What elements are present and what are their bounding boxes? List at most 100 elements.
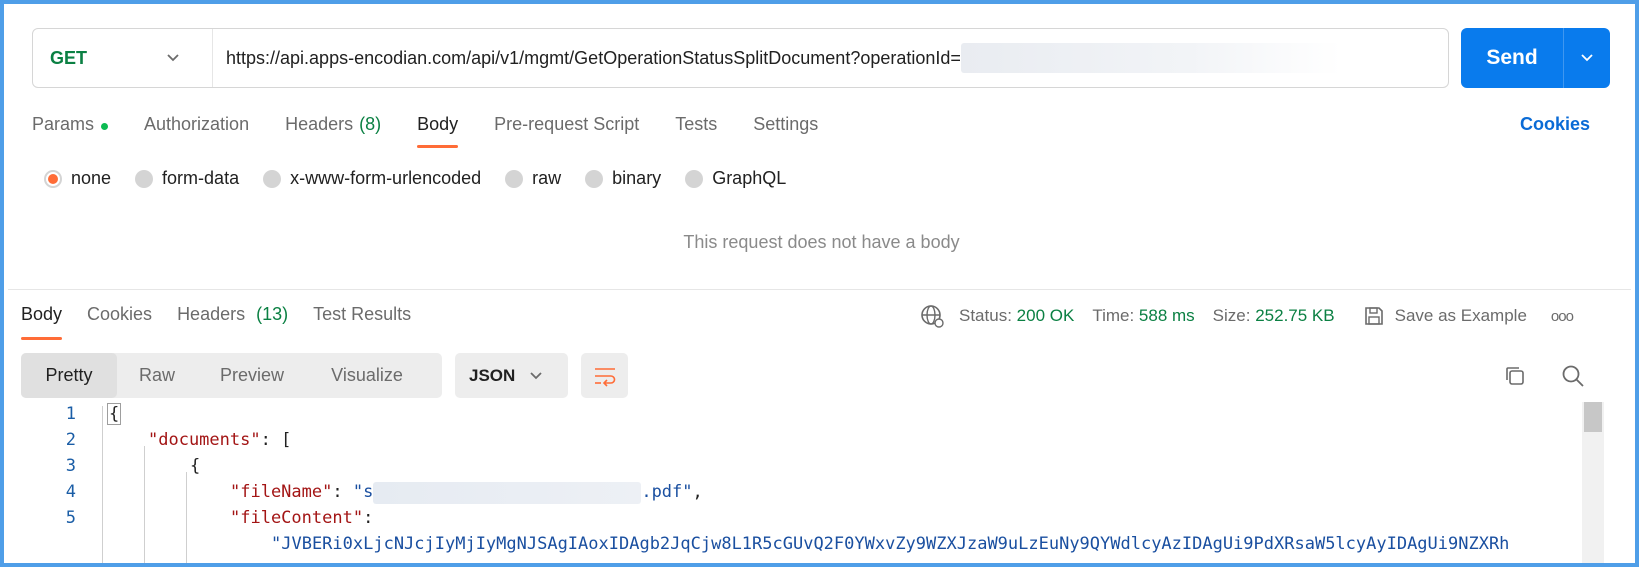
tab-headers[interactable]: Headers (8) bbox=[285, 104, 381, 148]
headers-count: (8) bbox=[359, 114, 382, 134]
tab-label: Pre-request Script bbox=[494, 114, 640, 134]
tab-settings[interactable]: Settings bbox=[753, 104, 818, 148]
method-label: GET bbox=[50, 47, 88, 68]
url-input[interactable]: https://api.apps-encodian.com/api/v1/mgm… bbox=[213, 43, 1341, 73]
tab-label: Tests bbox=[675, 114, 718, 134]
globe-network-icon[interactable] bbox=[919, 303, 945, 329]
method-select[interactable]: GET bbox=[33, 29, 213, 87]
json-punct: : [ bbox=[260, 430, 292, 450]
json-punct: : bbox=[332, 482, 353, 502]
radio-icon bbox=[685, 169, 704, 188]
response-code-view[interactable]: 1 { 2 "documents": [ 3 { 4 "fileName": "… bbox=[8, 403, 1588, 563]
response-meta: Status: 200 OK Time: 588 ms Size: 252.75… bbox=[919, 303, 1574, 329]
code-line: 5 "fileContent": bbox=[8, 505, 1588, 532]
status-value: 200 OK bbox=[1016, 306, 1075, 325]
tab-label: Settings bbox=[753, 114, 819, 134]
tab-body[interactable]: Body bbox=[417, 104, 459, 148]
response-tab-cookies[interactable]: Cookies bbox=[87, 304, 152, 340]
view-preview[interactable]: Preview bbox=[197, 353, 307, 398]
json-string: "s bbox=[352, 482, 374, 502]
wrap-lines-icon bbox=[594, 367, 615, 387]
size-value: 252.75 KB bbox=[1255, 306, 1335, 325]
format-select[interactable]: JSON bbox=[455, 353, 568, 398]
response-tab-test-results[interactable]: Test Results bbox=[313, 304, 411, 340]
send-button-group: Send bbox=[1461, 28, 1610, 88]
time-label: Time: bbox=[1092, 306, 1135, 325]
redacted-file-name bbox=[373, 481, 642, 504]
tab-label: Authorization bbox=[144, 114, 250, 134]
tab-label: Cookies bbox=[87, 304, 153, 324]
save-icon bbox=[1364, 307, 1383, 325]
radio-label: binary bbox=[612, 168, 662, 188]
response-tab-headers[interactable]: Headers (13) bbox=[177, 304, 288, 340]
code-scrollbar-thumb[interactable] bbox=[1584, 402, 1602, 432]
save-as-example-label: Save as Example bbox=[1394, 306, 1527, 325]
code-line: "JVBERi0xLjcNJcjIyMjIyMgNJSAgIAoxIDAgb2J… bbox=[8, 531, 1578, 558]
response-tabs: Body Cookies Headers (13) Test Results bbox=[21, 304, 436, 340]
time-value: 588 ms bbox=[1138, 306, 1195, 325]
json-key: "documents" bbox=[148, 430, 261, 450]
radio-icon bbox=[263, 169, 282, 188]
code-text: { bbox=[107, 401, 122, 428]
line-number: 3 bbox=[65, 456, 76, 476]
radio-none[interactable]: none bbox=[44, 168, 111, 189]
copy-icon[interactable] bbox=[1503, 364, 1527, 388]
json-string: .pdf" bbox=[641, 482, 693, 502]
radio-raw[interactable]: raw bbox=[505, 168, 561, 189]
code-text: "documents": [ bbox=[148, 427, 291, 454]
radio-icon bbox=[135, 169, 154, 188]
pane-divider[interactable] bbox=[8, 289, 1631, 290]
radio-form-data[interactable]: form-data bbox=[135, 168, 239, 189]
time-readout[interactable]: Time: 588 ms bbox=[1092, 306, 1194, 326]
json-punct: , bbox=[692, 482, 703, 502]
json-key: "fileContent" bbox=[230, 508, 364, 528]
response-tab-body[interactable]: Body bbox=[21, 304, 63, 340]
chevron-down-icon bbox=[1581, 54, 1593, 62]
send-options-button[interactable] bbox=[1564, 28, 1610, 88]
line-number: 5 bbox=[65, 508, 76, 528]
send-button[interactable]: Send bbox=[1461, 28, 1564, 88]
tab-label: Body bbox=[417, 114, 459, 134]
tab-label: Headers bbox=[177, 304, 246, 324]
radio-binary[interactable]: binary bbox=[585, 168, 661, 189]
code-line: 1 { bbox=[8, 401, 1588, 428]
format-label: JSON bbox=[469, 365, 516, 385]
radio-label: form-data bbox=[162, 168, 240, 188]
status-readout[interactable]: Status: 200 OK bbox=[959, 306, 1074, 326]
request-url-bar: GET https://api.apps-encodian.com/api/v1… bbox=[32, 28, 1449, 88]
no-body-message: This request does not have a body bbox=[683, 232, 960, 252]
tab-pre-request-script[interactable]: Pre-request Script bbox=[494, 104, 639, 148]
radio-label: none bbox=[71, 168, 112, 188]
code-line: 3 { bbox=[8, 453, 1588, 480]
view-raw[interactable]: Raw bbox=[117, 353, 197, 398]
code-text: "fileName": "s .pdf", bbox=[230, 479, 703, 506]
radio-label: x-www-form-urlencoded bbox=[290, 168, 482, 188]
size-readout[interactable]: Size: 252.75 KB bbox=[1213, 306, 1335, 326]
tab-authorization[interactable]: Authorization bbox=[144, 104, 249, 148]
url-text: https://api.apps-encodian.com/api/v1/mgm… bbox=[226, 47, 961, 68]
save-as-example-button[interactable]: Save as Example bbox=[1363, 305, 1527, 327]
tab-label: Test Results bbox=[313, 304, 412, 324]
tab-label: Body bbox=[21, 304, 63, 324]
view-mode-tabs: Pretty Raw Preview Visualize bbox=[21, 353, 442, 398]
postman-window: GET https://api.apps-encodian.com/api/v1… bbox=[0, 0, 1639, 567]
code-text: { bbox=[190, 456, 201, 476]
chevron-down-icon bbox=[530, 371, 542, 379]
response-headers-count: (13) bbox=[256, 304, 289, 324]
radio-x-www-form-urlencoded[interactable]: x-www-form-urlencoded bbox=[263, 168, 481, 189]
radio-graphql[interactable]: GraphQL bbox=[685, 168, 786, 189]
matched-brace: { bbox=[107, 403, 122, 425]
tab-tests[interactable]: Tests bbox=[675, 104, 717, 148]
cookies-link[interactable]: Cookies bbox=[1520, 114, 1590, 135]
tab-params[interactable]: Params bbox=[32, 104, 109, 148]
line-number: 1 bbox=[65, 404, 76, 424]
search-icon[interactable] bbox=[1561, 364, 1585, 388]
line-number: 2 bbox=[65, 430, 76, 450]
request-tabs: Params Authorization Headers (8) Body Pre… bbox=[32, 104, 854, 148]
json-string: "JVBERi0xLjcNJcjIyMjIyMgNJSAgIAoxIDAgb2J… bbox=[271, 534, 1510, 554]
wrap-lines-button[interactable] bbox=[581, 353, 628, 398]
view-visualize[interactable]: Visualize bbox=[307, 353, 427, 398]
code-text: "fileContent": bbox=[230, 505, 373, 532]
view-pretty[interactable]: Pretty bbox=[21, 353, 117, 398]
more-options-icon[interactable]: ooo bbox=[1551, 308, 1574, 325]
